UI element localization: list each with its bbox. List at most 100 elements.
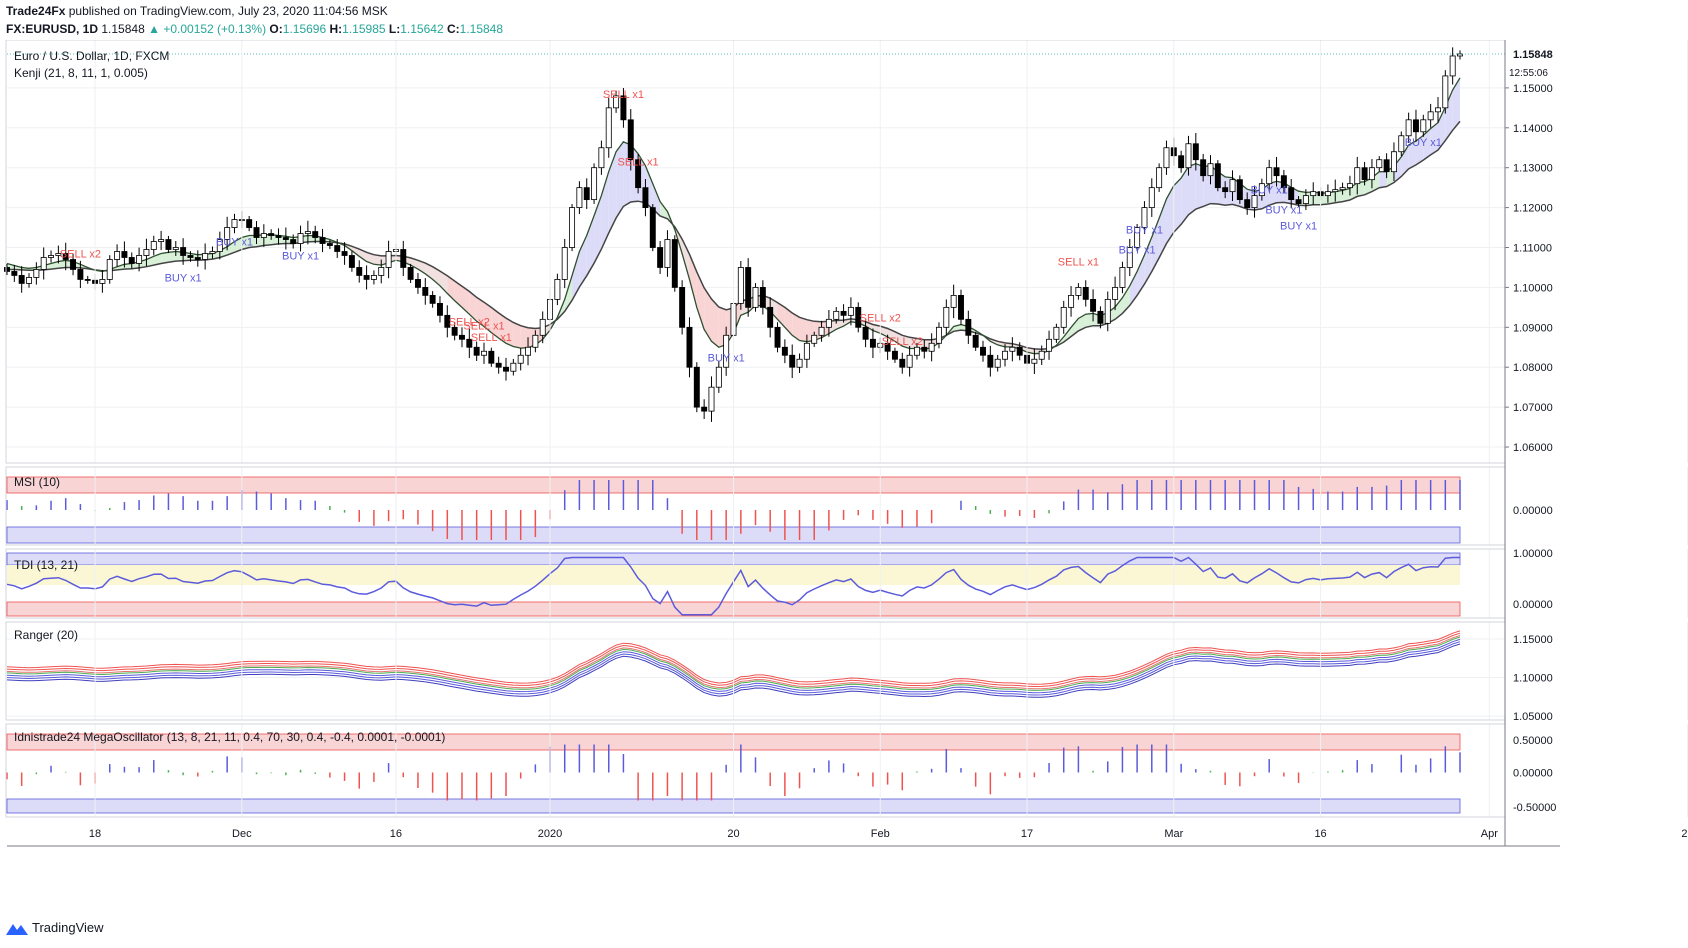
candle-body: [1413, 119, 1419, 133]
mega-oscillator-pane[interactable]: 0.50000 0.00000 -0.50000: [6, 733, 1556, 814]
candle-body: [370, 275, 377, 280]
candle-body: [1104, 298, 1111, 324]
signal-label-buy: BUY x1: [1265, 205, 1302, 217]
candle-body: [1031, 358, 1038, 364]
candle-body: [745, 267, 752, 308]
candle-body: [561, 247, 568, 280]
candle-body: [517, 354, 524, 364]
time-tick-label: Feb: [871, 828, 890, 840]
candle-body: [598, 147, 605, 169]
time-tick-label: 17: [1021, 828, 1033, 840]
tradingview-logo-icon: [6, 923, 28, 935]
candle-body: [796, 358, 803, 368]
candle-body: [48, 255, 54, 258]
candle-body: [774, 326, 781, 348]
candle-body: [488, 350, 495, 364]
candle-body: [906, 354, 913, 368]
candle-body: [495, 362, 502, 368]
candle-body: [833, 310, 840, 320]
candle-body: [1207, 163, 1214, 177]
candle-body: [1200, 159, 1207, 177]
candle-body: [627, 119, 634, 161]
candle-body: [304, 231, 311, 234]
chart-canvas[interactable]: 1.06000 1.07000 1.08000 1.09000 1.10000 1.110…: [0, 40, 1688, 916]
countdown-label: 12:55:06: [1509, 68, 1548, 79]
candle-body: [1148, 187, 1155, 209]
candle-body: [1442, 75, 1449, 109]
publisher-name[interactable]: Trade24Fx: [6, 4, 65, 18]
kenji-cloud: [513, 322, 521, 349]
msi-tick-label: 0.00000: [1513, 505, 1553, 517]
candle-body: [246, 219, 253, 228]
candle-body: [1016, 346, 1023, 356]
candle-body: [422, 287, 429, 296]
candle-body: [869, 338, 876, 348]
close-value: 1.15848: [459, 22, 504, 36]
candle-body: [114, 251, 121, 260]
legend-title: Euro / U.S. Dollar, 1D, FXCM: [14, 49, 169, 63]
time-tick-label: 20: [727, 828, 739, 840]
published-text: published on TradingView.com, July 23, 2…: [68, 4, 388, 18]
candle-body: [341, 251, 348, 256]
ranger-legend: Ranger (20): [14, 628, 78, 642]
candle-body: [591, 167, 598, 201]
up-arrow-icon: ▲: [148, 22, 160, 36]
candle-body: [1090, 298, 1097, 312]
kenji-cloud: [520, 325, 529, 349]
low-value: 1.15642: [400, 22, 444, 36]
candle-body: [4, 267, 10, 272]
candle-body: [862, 326, 869, 340]
time-tick-label: 16: [1314, 828, 1326, 840]
candle-body: [1361, 167, 1368, 181]
candle-body: [1435, 107, 1441, 113]
candle-body: [1068, 294, 1075, 308]
candle-body: [1244, 199, 1251, 209]
candle-body: [18, 275, 25, 284]
candle-body: [664, 239, 671, 268]
candle-body: [451, 326, 458, 336]
signal-label-buy: BUY x1: [1119, 245, 1156, 257]
candle-body: [378, 267, 385, 276]
candle-body: [510, 362, 517, 372]
signal-label-buy: BUY x1: [1126, 225, 1163, 237]
tdi-tick-top: 1.00000: [1513, 548, 1553, 560]
candle-body: [1427, 111, 1434, 121]
tdi-tick-zero: 0.00000: [1513, 599, 1553, 611]
time-tick-label: 20: [1681, 828, 1688, 840]
candle-body: [1339, 187, 1346, 191]
candle-body: [936, 326, 942, 344]
candle-body: [1251, 195, 1258, 209]
candle-body: [891, 350, 898, 360]
candle-body: [803, 342, 810, 360]
candle-body: [1185, 143, 1192, 169]
candle-body: [84, 279, 91, 281]
candle-body: [106, 259, 113, 280]
candle-body: [1229, 179, 1236, 193]
candle-body: [825, 318, 832, 328]
candle-body: [187, 255, 194, 258]
candle-body: [268, 233, 275, 236]
candle-body: [737, 267, 744, 304]
candle-body: [33, 269, 40, 278]
candle-body: [1222, 187, 1229, 193]
candle-body: [136, 255, 143, 264]
candle-body: [1376, 159, 1383, 169]
candle-body: [1324, 191, 1331, 197]
price-tick-label: 1.07000: [1513, 402, 1553, 414]
candle-body: [913, 346, 920, 356]
candle-body: [1266, 167, 1273, 185]
candle-body: [385, 251, 392, 268]
price-tick-label: 1.08000: [1513, 362, 1553, 374]
symbol-name: FX:EURUSD, 1D: [6, 22, 99, 36]
ranger-tick-label: 1.15000: [1513, 634, 1553, 646]
time-axis[interactable]: 18Dec16202020Feb17Mar16Apr20May18Jun15Ju…: [7, 40, 1688, 847]
candle-body: [363, 275, 370, 280]
candle-body: [671, 239, 678, 288]
tradingview-footer[interactable]: TradingView: [6, 920, 104, 935]
candle-body: [657, 247, 664, 268]
mega-tick-label: -0.50000: [1513, 802, 1556, 814]
candle-body: [1346, 183, 1353, 189]
signal-label-sell: SELL x1: [1058, 256, 1099, 268]
last-price-label: 1.15848: [1513, 49, 1553, 61]
candle-body: [429, 294, 436, 304]
